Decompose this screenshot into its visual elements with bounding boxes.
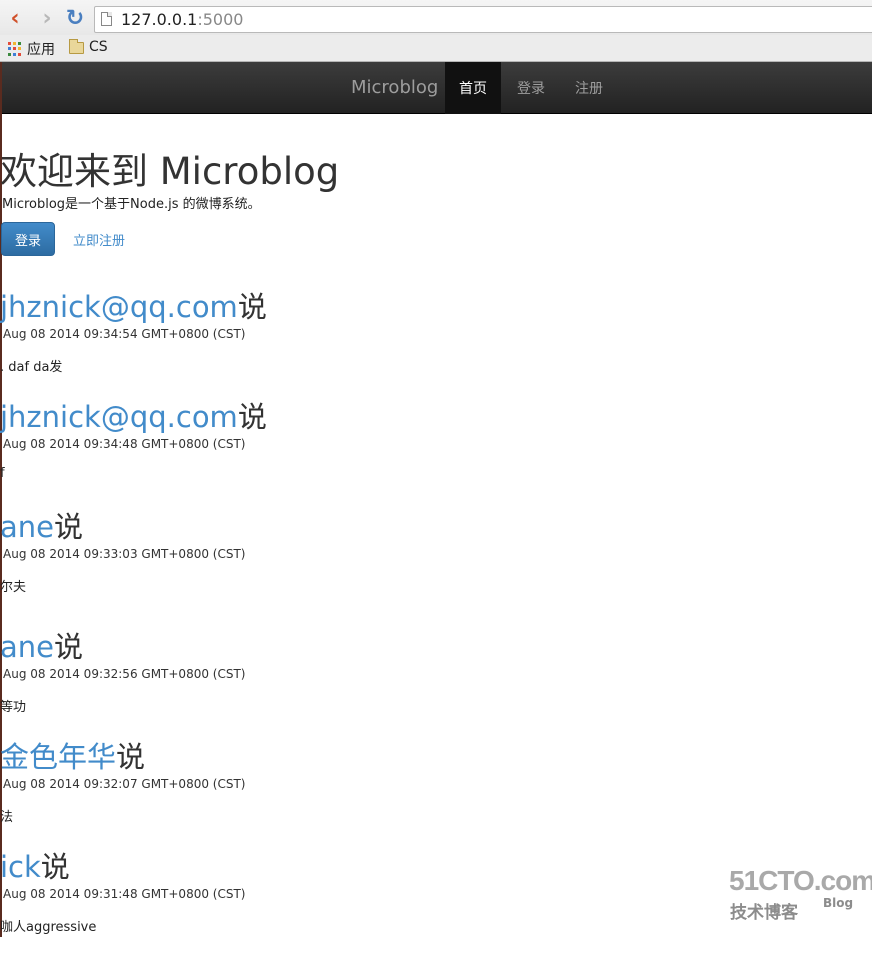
post-content: 法 xyxy=(0,810,14,825)
post-author-link[interactable]: ane xyxy=(0,630,54,664)
apps-grid-icon xyxy=(8,42,22,56)
watermark-logo-text: 51CTO.com xyxy=(729,865,872,896)
post-heading: ane说 xyxy=(0,624,83,666)
post-content: f xyxy=(0,466,5,481)
post-item: 金色年华说 Aug 08 2014 09:32:07 GMT+0800 (CST… xyxy=(0,734,872,844)
browser-toolbar: ‹ › ↻ 127.0.0.1:5000 xyxy=(0,0,872,35)
post-said-label: 说 xyxy=(237,400,267,434)
intro-text: Microblog是一个基于Node.js 的微博系统。 xyxy=(2,197,261,212)
post-said-label: 说 xyxy=(116,740,146,774)
address-bar[interactable]: 127.0.0.1:5000 xyxy=(94,6,872,33)
login-button[interactable]: 登录 xyxy=(1,222,55,256)
back-icon[interactable]: ‹ xyxy=(4,8,26,30)
watermark: 51CTO.com 技术博客 Blog xyxy=(729,865,872,925)
register-link[interactable]: 立即注册 xyxy=(73,230,125,249)
bookmark-apps[interactable]: 应用 xyxy=(8,39,55,59)
watermark-subtitle: 技术博客 xyxy=(730,903,798,923)
post-heading: jhznick@qq.com说 xyxy=(0,284,267,326)
post-item: ane说 Aug 08 2014 09:32:56 GMT+0800 (CST)… xyxy=(0,624,872,734)
watermark-blog-label: Blog xyxy=(823,896,854,910)
folder-icon xyxy=(69,39,84,54)
post-item: ane说 Aug 08 2014 09:33:03 GMT+0800 (CST)… xyxy=(0,504,872,614)
post-timestamp: Aug 08 2014 09:32:56 GMT+0800 (CST) xyxy=(3,667,246,681)
post-author-link[interactable]: jhznick@qq.com xyxy=(0,290,238,324)
post-author-link[interactable]: jhznick@qq.com xyxy=(0,400,238,434)
nav-item-register[interactable]: 注册 xyxy=(562,62,616,114)
page-title: 欢迎来到 Microblog xyxy=(0,150,340,193)
bookmark-cs[interactable]: CS xyxy=(69,39,108,55)
post-item: jhznick@qq.com说 Aug 08 2014 09:34:54 GMT… xyxy=(0,284,872,394)
navbar-brand[interactable]: Microblog xyxy=(351,77,438,98)
post-said-label: 说 xyxy=(237,290,267,324)
post-content: 等功 xyxy=(0,700,27,715)
post-heading: ane说 xyxy=(0,504,83,546)
post-timestamp: Aug 08 2014 09:34:54 GMT+0800 (CST) xyxy=(3,327,246,341)
bookmark-apps-label: 应用 xyxy=(27,42,55,58)
post-author-link[interactable]: ick xyxy=(0,850,41,884)
site-navbar: Microblog 首页 登录 注册 xyxy=(0,62,872,114)
post-timestamp: Aug 08 2014 09:32:07 GMT+0800 (CST) xyxy=(3,777,246,791)
post-said-label: 说 xyxy=(54,630,84,664)
post-content: . daf da发 xyxy=(0,360,63,375)
bookmarks-bar: 应用 CS xyxy=(0,35,872,62)
post-heading: ick说 xyxy=(0,844,70,886)
post-said-label: 说 xyxy=(40,850,70,884)
post-content: 尔夫 xyxy=(0,580,27,595)
bookmark-cs-label: CS xyxy=(89,39,108,55)
post-author-link[interactable]: 金色年华 xyxy=(0,740,116,774)
post-content: 咖人aggressive xyxy=(0,920,97,935)
post-heading: 金色年华说 xyxy=(0,734,145,776)
post-author-link[interactable]: ane xyxy=(0,510,54,544)
post-timestamp: Aug 08 2014 09:34:48 GMT+0800 (CST) xyxy=(3,437,246,451)
page-icon xyxy=(101,12,112,26)
url-text: 127.0.0.1:5000 xyxy=(121,10,244,29)
forward-icon[interactable]: › xyxy=(36,8,58,30)
post-item: jhznick@qq.com说 Aug 08 2014 09:34:48 GMT… xyxy=(0,394,872,504)
post-timestamp: Aug 08 2014 09:33:03 GMT+0800 (CST) xyxy=(3,547,246,561)
post-said-label: 说 xyxy=(54,510,84,544)
post-timestamp: Aug 08 2014 09:31:48 GMT+0800 (CST) xyxy=(3,887,246,901)
post-heading: jhznick@qq.com说 xyxy=(0,394,267,436)
nav-item-home[interactable]: 首页 xyxy=(445,62,501,114)
nav-item-login[interactable]: 登录 xyxy=(504,62,558,114)
reload-icon[interactable]: ↻ xyxy=(64,8,86,30)
